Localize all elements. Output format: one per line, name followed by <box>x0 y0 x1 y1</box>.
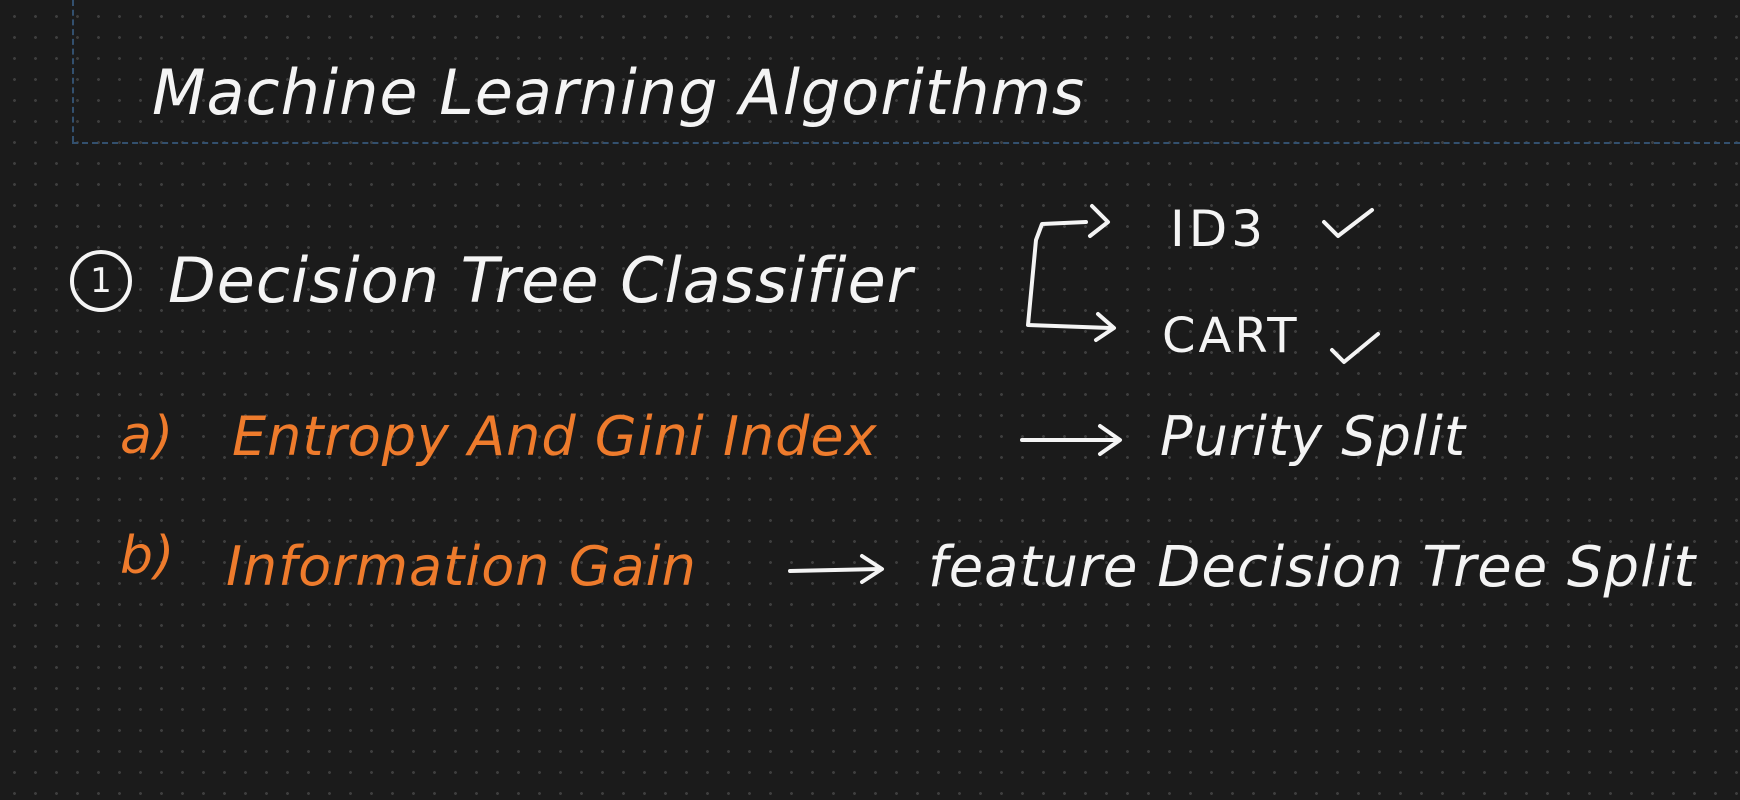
check-icon <box>1322 208 1374 238</box>
whiteboard-canvas[interactable]: Machine Learning Algorithms 1 Decision T… <box>0 0 1740 800</box>
check-icon <box>1330 332 1380 364</box>
arrow-head-id3 <box>1088 204 1110 238</box>
arrow-right-icon <box>788 554 884 584</box>
arrow-right-icon <box>1020 424 1122 456</box>
handwritten-strokes <box>788 204 1380 584</box>
